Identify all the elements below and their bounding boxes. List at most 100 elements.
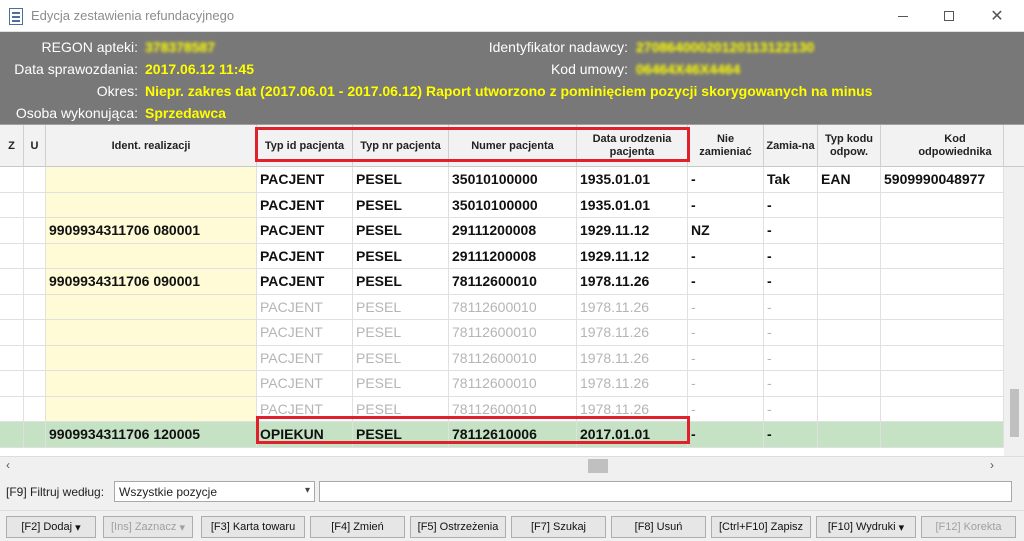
cell-zamiana: - [764,243,818,269]
vertical-scroll-thumb[interactable] [1010,389,1019,437]
cell-numer: 78112600010 [449,269,577,295]
horizontal-scrollbar[interactable]: ‹ › [0,456,1024,474]
cell-zamiana: Tak [764,167,818,193]
vertical-scrollbar[interactable] [1004,167,1024,458]
cell-z [0,345,24,371]
column-header-typ-nr[interactable]: Typ nr pacjenta [353,125,449,167]
table-row[interactable]: PACJENT PESEL 35010100000 1935.01.01- Tak EAN… [0,167,1024,193]
prints-button[interactable]: [F10] Wydruki ▾ [816,516,916,538]
table-row[interactable]: 9909934311706 080001 PACJENT PESEL 29111200… [0,218,1024,244]
warnings-button[interactable]: [F5] Ostrzeżenia [410,516,506,538]
table-row[interactable]: PACJENT PESEL 29111200008 1929.11.12- - [0,243,1024,269]
cell-zamiana: - [764,294,818,320]
filter-select[interactable]: Wszystkie pozycje ▾ [114,481,315,502]
cell-ident [46,294,257,320]
cell-u [24,243,46,269]
cell-u [24,371,46,397]
column-header-typ-id[interactable]: Typ id pacjenta [257,125,353,167]
cell-u [24,396,46,422]
osoba-label: Osoba wykonująca: [15,105,138,121]
column-header-data-urodzenia[interactable]: Data urodzenia pacjenta [577,125,688,167]
cell-z [0,371,24,397]
cell-nie-zamieniac: - [688,371,764,397]
column-header-zamiana[interactable]: Zamia-na [764,125,818,167]
cell-nie-zamieniac: - [688,243,764,269]
cell-typ-kodu [818,371,881,397]
cell-typ-nr: PESEL [353,320,449,346]
edit-button[interactable]: [F4] Zmień [310,516,405,538]
cell-nie-zamieniac: - [688,422,764,448]
filter-text-input[interactable] [319,481,1012,502]
cell-z [0,269,24,295]
positions-grid[interactable]: Z U Ident. realizacji Typ id pacjenta Ty… [0,124,1024,458]
delete-button[interactable]: [F8] Usuń [611,516,706,538]
product-card-button[interactable]: [F3] Karta towaru [201,516,305,538]
cell-kod-odpowiednika [881,218,1004,244]
cell-typ-nr: PESEL [353,167,449,193]
maximize-button[interactable] [926,0,972,32]
cell-kod-odpowiednika: 5909990048977 [881,167,1004,193]
cell-typ-id: OPIEKUN [257,422,353,448]
cell-typ-kodu [818,269,881,295]
cell-data-urodzenia: 1978.11.26 [577,294,688,320]
cell-u [24,218,46,244]
table-row[interactable]: PACJENT PESEL 78112600010 1978.11.26- - [0,396,1024,422]
save-button[interactable]: [Ctrl+F10] Zapisz [711,516,811,538]
cell-nie-zamieniac: - [688,345,764,371]
report-info-panel: REGON apteki: 378378587 Data sprawozdani… [0,32,1024,124]
add-button[interactable]: [F2] Dodaj ▾ [6,516,96,538]
table-row[interactable]: PACJENT PESEL 78112600010 1978.11.26- - [0,294,1024,320]
cell-typ-nr: PESEL [353,371,449,397]
cell-typ-nr: PESEL [353,396,449,422]
column-header-nie-zamieniac[interactable]: Nie zamieniać [688,125,764,167]
minimize-button[interactable] [880,0,926,32]
cell-u [24,294,46,320]
horizontal-scroll-thumb[interactable] [588,459,608,473]
cell-z [0,396,24,422]
column-header-u[interactable]: U [24,125,46,167]
cell-typ-id: PACJENT [257,371,353,397]
column-header-numer[interactable]: Numer pacjenta [449,125,577,167]
cell-data-urodzenia: 1978.11.26 [577,371,688,397]
cell-kod-odpowiednika [881,396,1004,422]
cell-typ-kodu [818,192,881,218]
scroll-left-icon[interactable]: ‹ [6,458,10,472]
cell-ident: 9909934311706 120005 [46,422,257,448]
cell-typ-kodu [818,396,881,422]
cell-numer: 29111200008 [449,243,577,269]
cell-data-urodzenia: 2017.01.01 [577,422,688,448]
table-row[interactable]: PACJENT PESEL 78112600010 1978.11.26- - [0,320,1024,346]
cell-z [0,243,24,269]
column-header-kod-odpowiednika[interactable]: Kod odpowiednika [881,125,1004,167]
cell-numer: 78112600010 [449,345,577,371]
close-button[interactable]: ✕ [974,0,1020,32]
cell-ident: 9909934311706 090001 [46,269,257,295]
cell-typ-kodu [818,320,881,346]
select-button[interactable]: [Ins] Zaznacz ▾ [103,516,193,538]
table-row[interactable]: PACJENT PESEL 35010100000 1935.01.01- - [0,192,1024,218]
cell-data-urodzenia: 1929.11.12 [577,243,688,269]
search-button[interactable]: [F7] Szukaj [511,516,606,538]
identyfikator-label: Identyfikator nadawcy: [488,39,628,55]
column-header-typ-kodu[interactable]: Typ kodu odpow. [818,125,881,167]
cell-typ-kodu: EAN [818,167,881,193]
table-row[interactable]: PACJENT PESEL 78112600010 1978.11.26- - [0,371,1024,397]
table-row[interactable]: 9909934311706 120005 OPIEKUN PESEL 78112610… [0,422,1024,448]
cell-typ-id: PACJENT [257,243,353,269]
correction-button[interactable]: [F12] Korekta [921,516,1016,538]
bottom-toolbar: [F2] Dodaj ▾ [Ins] Zaznacz ▾ [F3] Karta … [0,510,1024,541]
cell-nie-zamieniac: - [688,396,764,422]
cell-nie-zamieniac: - [688,167,764,193]
column-header-z[interactable]: Z [0,125,24,167]
cell-z [0,320,24,346]
scroll-right-icon[interactable]: › [990,458,994,472]
cell-u [24,345,46,371]
table-row[interactable]: 9909934311706 090001 PACJENT PESEL 78112600… [0,269,1024,295]
table-row[interactable]: PACJENT PESEL 78112600010 1978.11.26- - [0,345,1024,371]
identyfikator-value: 27086400020120113122130 [636,39,815,55]
cell-ident [46,167,257,193]
cell-typ-nr: PESEL [353,294,449,320]
cell-numer: 78112600010 [449,396,577,422]
column-header-ident[interactable]: Ident. realizacji [46,125,257,167]
cell-nie-zamieniac: - [688,294,764,320]
